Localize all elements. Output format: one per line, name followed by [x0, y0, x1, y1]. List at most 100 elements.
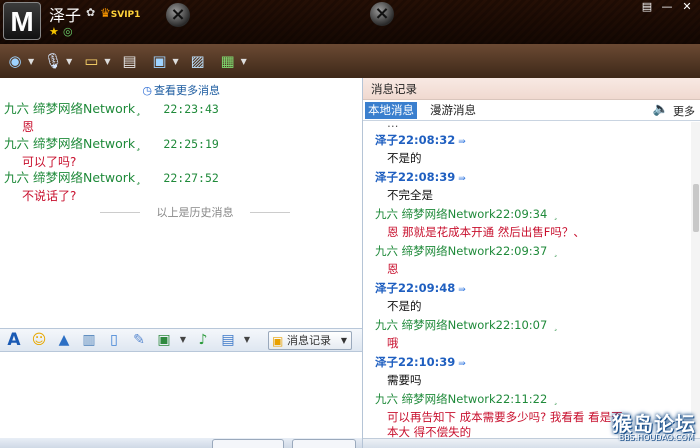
- history-scrollbar[interactable]: [691, 122, 700, 438]
- history-entry-text: 需要吗: [387, 373, 422, 387]
- close-chat-button[interactable]: [212, 439, 284, 448]
- emoji-icon[interactable]: ☺: [28, 330, 50, 350]
- remote-assist-icon: ▣: [152, 52, 167, 70]
- history-entry-text: 恩: [387, 262, 399, 276]
- history-entry-header: 九六 缔梦网络Network22:11:22 ¸: [375, 392, 558, 406]
- message-text: 不说话了?: [22, 189, 77, 203]
- history-entry-text: 恩 那就是花成本开通 然后出售F吗？、: [387, 225, 585, 239]
- message-input[interactable]: [0, 353, 362, 438]
- title-bar: M 泽子 ✿ ♛SVIP1 ★ ◎ × × ▤ — ✕: [0, 0, 700, 44]
- chat-toolbar: ◉ ▼ 🎙 ▼ ▭ ▼ ▤ ▣ ▼ ▨ ▦ ▼: [0, 44, 700, 78]
- apps-button[interactable]: ▦ ▼: [217, 50, 247, 72]
- voice-message-icon[interactable]: ▯: [103, 330, 125, 350]
- send-image-icon[interactable]: ▤: [217, 330, 239, 350]
- scribble-icon[interactable]: ✎: [128, 330, 150, 350]
- history-list: … 泽子22:08:32 ⇛ 不是的 泽子22:08:39 ⇛ 不完全是 九六 缔梦…: [363, 122, 693, 438]
- shake-icon[interactable]: ▲: [53, 330, 75, 350]
- message-time: 22:25:19: [163, 137, 219, 151]
- history-entry-header: 泽子22:10:39 ⇛: [375, 355, 466, 369]
- more-history-label: 查看更多消息: [154, 84, 220, 97]
- screen-share-icon: ▤: [122, 52, 137, 70]
- sender-name[interactable]: 九六 缔梦网络Network¸: [4, 136, 141, 151]
- chat-message-header: 九六 缔梦网络Network¸ 22:27:52: [4, 167, 219, 186]
- message-time: 22:27:52: [163, 171, 219, 185]
- history-tabs: 本地消息 漫游消息 🔈 更多: [363, 100, 700, 121]
- screw-icon: ×: [166, 3, 190, 27]
- history-entry-text: 可以再告知下 成本需要多少吗? 我看看 看是否: [387, 410, 623, 424]
- skin-icon[interactable]: ▤: [638, 0, 656, 14]
- chat-message: 九六 缔梦网络Network¸ 22:23:43 恩: [4, 98, 219, 135]
- chevron-down-icon[interactable]: ▼: [172, 57, 178, 66]
- qzone-icon[interactable]: ◎: [63, 25, 73, 38]
- chevron-down-icon[interactable]: ▼: [178, 330, 188, 350]
- history-divider: 以上是历史消息: [100, 204, 290, 220]
- video-call-icon: ◉: [8, 52, 22, 70]
- message-time: 22:23:43: [163, 102, 219, 116]
- watermark-url: BBS.HOUDAO.COM: [618, 433, 694, 442]
- chevron-down-icon[interactable]: ▼: [28, 57, 34, 66]
- crown-icon: ♛: [100, 6, 111, 20]
- chevron-down-icon[interactable]: ▼: [241, 57, 247, 66]
- apps-grid-icon: ▦: [220, 52, 235, 70]
- svip-label: SVIP1: [110, 10, 141, 20]
- window-controls: ▤ — ✕: [638, 0, 696, 14]
- contact-nickname: 泽子: [49, 6, 82, 25]
- image-icon: ▨: [190, 52, 205, 70]
- chat-pane: ◷ 查看更多消息 九六 缔梦网络Network¸ 22:23:43 恩 九六 缔梦网…: [0, 78, 362, 328]
- video-call-button[interactable]: ◉ ▼: [4, 50, 34, 72]
- chat-message-header: 九六 缔梦网络Network¸ 22:23:43: [4, 98, 219, 117]
- file-transfer-button[interactable]: ▭ ▼: [80, 50, 110, 72]
- tab-roaming-messages[interactable]: 漫游消息: [427, 102, 479, 119]
- chevron-down-icon[interactable]: ▼: [104, 57, 110, 66]
- voice-call-button[interactable]: 🎙 ▼: [42, 50, 73, 72]
- image-button[interactable]: ▨: [187, 50, 209, 72]
- history-entry-text: 不是的: [387, 299, 422, 313]
- chat-message: 九六 缔梦网络Network¸ 22:27:52 不说话了?: [4, 167, 219, 204]
- message-record-button[interactable]: ▣ 消息记录 ▼: [268, 331, 352, 350]
- history-entry-text: 不是的: [387, 151, 422, 165]
- remote-assist-button[interactable]: ▣ ▼: [148, 50, 178, 72]
- scrollbar-thumb[interactable]: [693, 184, 699, 232]
- chevron-down-icon[interactable]: ▼: [341, 332, 347, 349]
- more-history-link[interactable]: ◷ 查看更多消息: [142, 82, 220, 98]
- svip-badge[interactable]: ♛SVIP1: [100, 6, 140, 20]
- send-bar: [0, 438, 362, 448]
- message-history-panel: 消息记录 本地消息 漫游消息 🔈 更多 … 泽子22:08:32 ⇛ 不是的 泽子…: [362, 78, 700, 448]
- chevron-down-icon[interactable]: ▼: [66, 57, 72, 66]
- history-entry-header: 九六 缔梦网络Network22:09:34 ¸: [375, 207, 558, 221]
- screw-icon: ×: [370, 2, 394, 26]
- sender-name[interactable]: 九六 缔梦网络Network¸: [4, 170, 141, 185]
- voice-call-icon: 🎙: [43, 52, 63, 70]
- star-icon[interactable]: ★: [49, 25, 59, 38]
- more-button[interactable]: 更多: [673, 103, 695, 119]
- chat-message-header: 九六 缔梦网络Network¸ 22:25:19: [4, 133, 219, 152]
- music-icon[interactable]: ♪: [192, 330, 214, 350]
- clock-icon: ◷: [142, 84, 152, 97]
- message-record-icon: ▣: [272, 334, 284, 348]
- site-watermark: 猴岛论坛 BBS.HOUDAO.COM: [604, 408, 698, 446]
- speaker-icon[interactable]: 🔈: [653, 102, 669, 117]
- input-toolbar: A ☺ ▲ ▥ ▯ ✎ ▣ ▼ ♪ ▤ ▼ ▣ 消息记录 ▼: [0, 328, 362, 352]
- history-entry-text: 本大 得不偿失的: [387, 425, 472, 438]
- history-entry-header: 九六 缔梦网络Network22:09:37 ¸: [375, 244, 558, 258]
- history-entry-text: 不完全是: [387, 188, 433, 202]
- font-icon[interactable]: A: [3, 330, 25, 350]
- tab-local-messages[interactable]: 本地消息: [365, 102, 417, 119]
- message-record-label: 消息记录: [287, 334, 331, 347]
- partial-history-line: …: [387, 122, 399, 130]
- history-entry-header: 泽子22:08:32 ⇛: [375, 133, 466, 147]
- gallery-icon[interactable]: ▥: [78, 330, 100, 350]
- chevron-down-icon[interactable]: ▼: [242, 330, 252, 350]
- app-logo[interactable]: M: [3, 2, 41, 40]
- sender-name[interactable]: 九六 缔梦网络Network¸: [4, 101, 141, 116]
- screen-share-button[interactable]: ▤: [118, 50, 140, 72]
- history-panel-title: 消息记录: [363, 78, 700, 100]
- screenshot-icon[interactable]: ▣: [153, 330, 175, 350]
- chat-message: 九六 缔梦网络Network¸ 22:25:19 可以了吗?: [4, 133, 219, 170]
- history-entry-text: 哦: [387, 336, 399, 350]
- minimize-icon[interactable]: —: [658, 0, 676, 14]
- status-icon[interactable]: ✿: [86, 6, 95, 19]
- close-icon[interactable]: ✕: [678, 0, 696, 14]
- history-entry-header: 九六 缔梦网络Network22:10:07 ¸: [375, 318, 558, 332]
- send-button[interactable]: [292, 439, 356, 448]
